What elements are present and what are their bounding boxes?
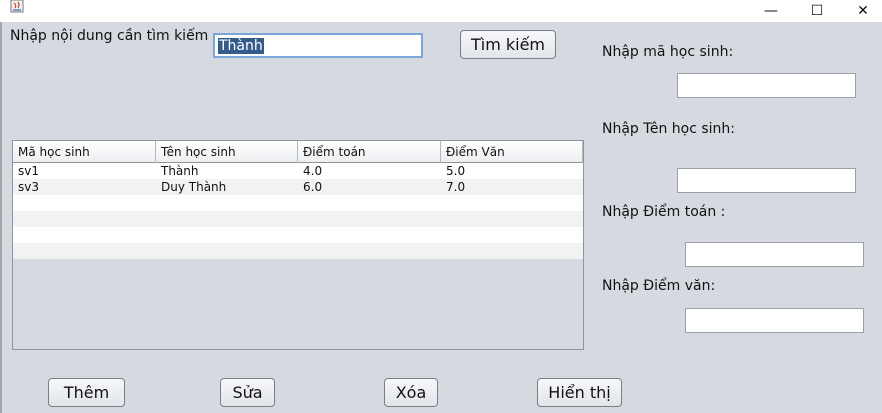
diem-toan-label: Nhập Điểm toán :: [602, 204, 726, 220]
table-cell: sv1: [18, 164, 39, 178]
column-header-diem-toan[interactable]: Điểm toán: [298, 141, 441, 163]
search-input[interactable]: Thành: [213, 33, 423, 58]
diem-van-input[interactable]: [685, 308, 864, 333]
them-button[interactable]: Thêm: [48, 378, 125, 407]
student-table[interactable]: Mã học sinh Tên học sinh Điểm toán Điểm …: [12, 140, 584, 350]
close-button[interactable]: ✕: [840, 0, 882, 22]
table-row[interactable]: sv1 Thành 4.0 5.0: [13, 163, 583, 179]
table-body: sv1 Thành 4.0 5.0 sv3 Duy Thành 6.0 7.0: [13, 163, 583, 259]
table-cell: 7.0: [446, 180, 466, 194]
window-titlebar: — ☐ ✕: [0, 0, 882, 22]
table-row[interactable]: sv3 Duy Thành 6.0 7.0: [13, 179, 583, 195]
search-input-value: Thành: [218, 38, 264, 54]
table-cell: 6.0: [303, 180, 323, 194]
table-cell: 4.0: [303, 164, 323, 178]
table-row-empty: [13, 211, 583, 227]
table-row-empty: [13, 227, 583, 243]
table-cell: Duy Thành: [161, 180, 227, 194]
column-header-diem-van[interactable]: Điểm Văn: [441, 141, 583, 163]
main-panel: Nhập nội dung cần tìm kiếm Thành Tìm kiế…: [0, 22, 882, 413]
hien-thi-button[interactable]: Hiển thị: [537, 378, 622, 407]
table-row-empty: [13, 243, 583, 259]
search-button[interactable]: Tìm kiếm: [460, 30, 556, 59]
table-cell: Thành: [161, 164, 199, 178]
table-cell: 5.0: [446, 164, 466, 178]
column-header-ten[interactable]: Tên học sinh: [156, 141, 298, 163]
table-row-empty: [13, 195, 583, 211]
ten-hoc-sinh-label: Nhập Tên học sinh:: [602, 121, 736, 137]
ten-hoc-sinh-input[interactable]: [677, 168, 856, 193]
sua-button[interactable]: Sửa: [220, 378, 275, 407]
search-label: Nhập nội dung cần tìm kiếm: [10, 28, 209, 44]
column-header-ma[interactable]: Mã học sinh: [13, 141, 156, 163]
table-header: Mã học sinh Tên học sinh Điểm toán Điểm …: [13, 141, 583, 163]
maximize-button[interactable]: ☐: [794, 0, 840, 22]
diem-toan-input[interactable]: [685, 242, 864, 267]
ma-hoc-sinh-input[interactable]: [677, 73, 856, 98]
xoa-button[interactable]: Xóa: [384, 378, 438, 407]
java-app-icon: [10, 0, 24, 13]
ma-hoc-sinh-label: Nhập mã học sinh:: [602, 44, 734, 60]
diem-van-label: Nhập Điểm văn:: [602, 278, 716, 294]
table-cell: sv3: [18, 180, 39, 194]
minimize-button[interactable]: —: [748, 0, 794, 22]
